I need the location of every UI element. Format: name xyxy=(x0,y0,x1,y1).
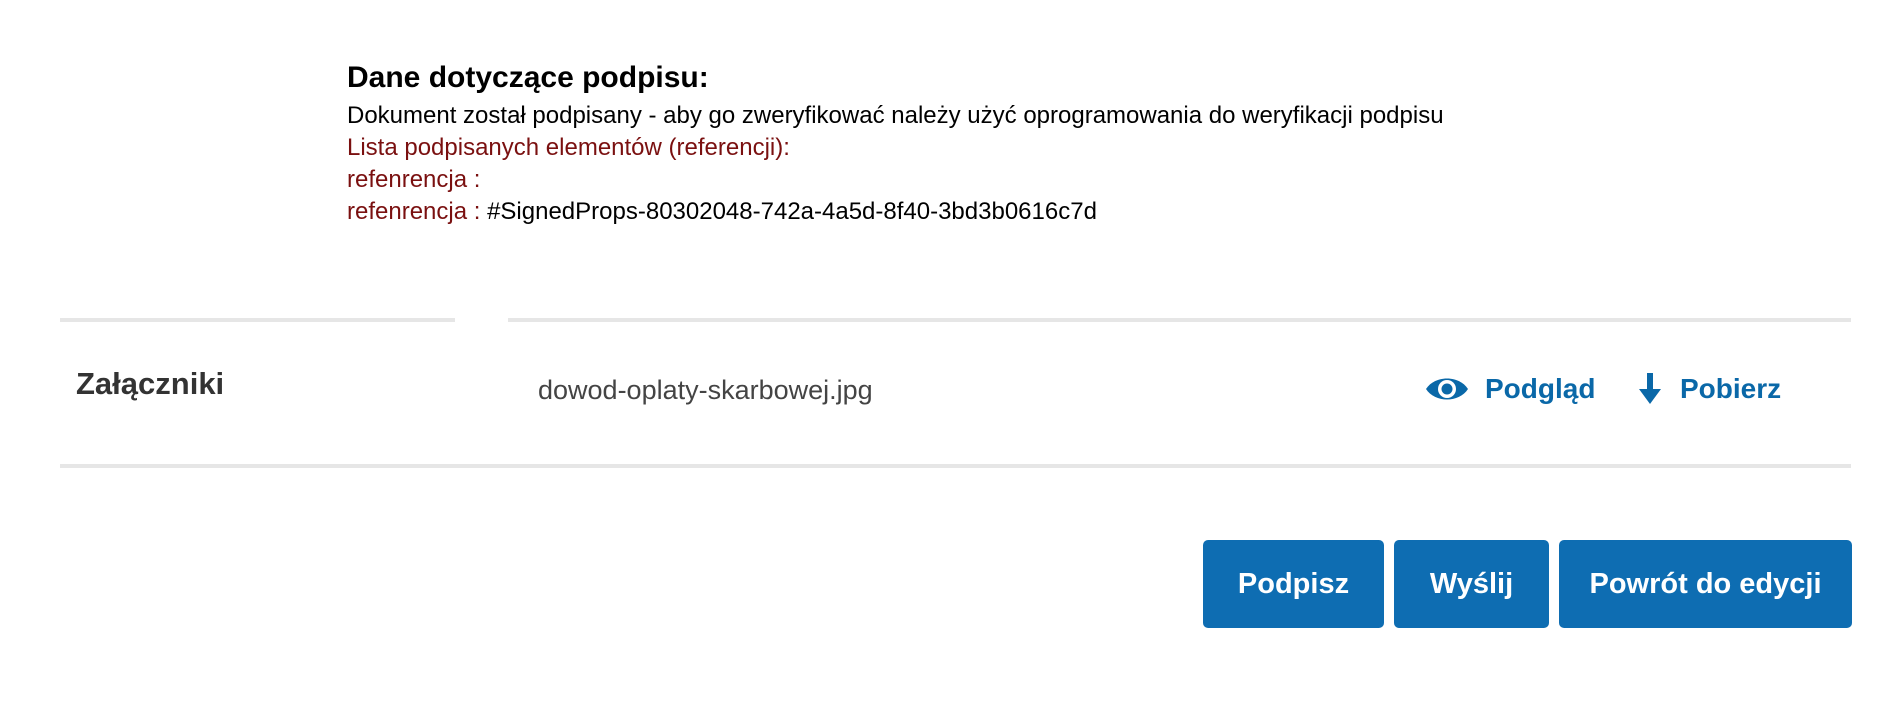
reference-label: refenrencja : xyxy=(347,166,481,193)
send-button[interactable]: Wyślij xyxy=(1394,540,1549,628)
preview-label: Podgląd xyxy=(1485,373,1596,404)
back-to-edit-button[interactable]: Powrót do edycji xyxy=(1559,540,1852,628)
divider xyxy=(60,464,1851,468)
attachments-label: Załączniki xyxy=(76,366,225,401)
preview-link[interactable]: Podgląd xyxy=(1425,373,1595,405)
references-header: Lista podpisanych elementów (referencji)… xyxy=(347,134,790,161)
reference-value: #SignedProps-80302048-742a-4a5d-8f40-3bd… xyxy=(487,198,1097,225)
sign-button[interactable]: Podpisz xyxy=(1203,540,1384,628)
signature-info: Dane dotyczące podpisu: Dokument został … xyxy=(347,58,1562,228)
reference-item: refenrencja : xyxy=(347,164,1562,196)
arrow-down-icon xyxy=(1638,373,1662,405)
signature-description: Dokument został podpisany - aby go zwery… xyxy=(347,102,1444,129)
reference-item: refenrencja : #SignedProps-80302048-742a… xyxy=(347,196,1562,228)
signature-title: Dane dotyczące podpisu: xyxy=(347,61,709,94)
download-link[interactable]: Pobierz xyxy=(1638,373,1781,405)
divider xyxy=(508,318,1851,322)
attachment-file-name: dowod-oplaty-skarbowej.jpg xyxy=(538,375,873,405)
eye-icon xyxy=(1425,374,1469,404)
reference-label: refenrencja : xyxy=(347,198,481,225)
download-label: Pobierz xyxy=(1680,373,1782,404)
divider xyxy=(60,318,455,322)
